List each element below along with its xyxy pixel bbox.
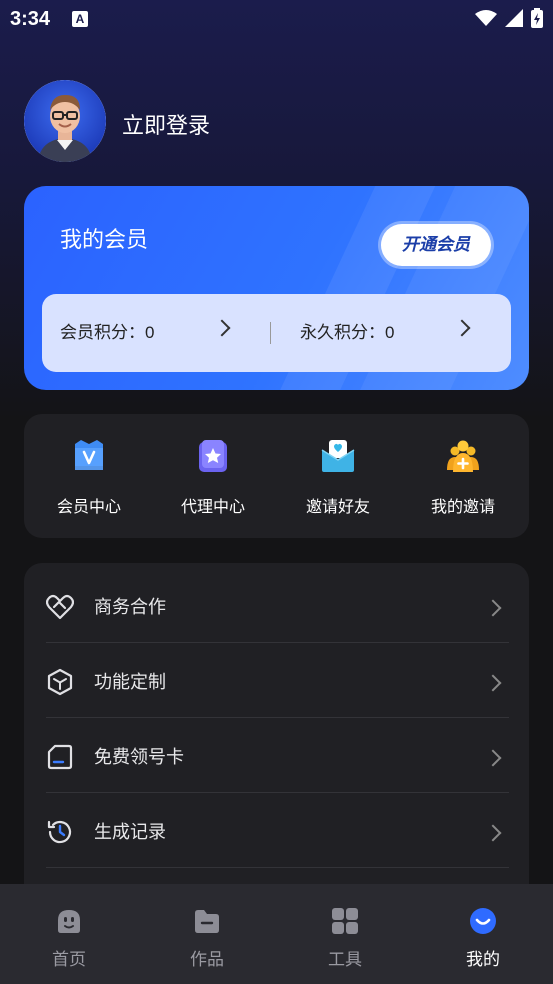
- quick-item-invite-friends[interactable]: 邀请好友: [283, 438, 393, 517]
- status-bar: 3:34 A: [0, 0, 553, 38]
- vip-shield-icon: [75, 440, 103, 470]
- nav-mine[interactable]: 我的: [443, 906, 523, 970]
- divider: [46, 642, 509, 643]
- divider: [46, 867, 509, 868]
- quick-item-member-center[interactable]: 会员中心: [34, 438, 144, 517]
- nav-works[interactable]: 作品: [167, 906, 247, 970]
- member-card-title: 我的会员: [60, 227, 149, 252]
- grid-icon: [332, 908, 358, 934]
- notification-icon: A: [72, 11, 88, 27]
- nav-label: 作品: [190, 950, 224, 969]
- nav-tools[interactable]: 工具: [305, 906, 385, 970]
- list-item-business-cooperation[interactable]: 商务合作: [46, 569, 509, 643]
- list-item-label: 功能定制: [94, 672, 166, 692]
- battery-icon: [531, 8, 543, 28]
- member-points[interactable]: 会员积分：0: [60, 294, 154, 372]
- divider: [46, 717, 509, 718]
- wifi-icon: [475, 10, 497, 26]
- profile-face-icon: [470, 908, 496, 934]
- permanent-points[interactable]: 永久积分：0: [300, 294, 394, 372]
- profile-header[interactable]: 立即登录: [24, 80, 424, 162]
- list-item-label: 生成记录: [94, 822, 166, 842]
- chevron-right-icon: [484, 824, 502, 842]
- status-time: 3:34: [10, 8, 51, 30]
- nav-home[interactable]: 首页: [29, 906, 109, 970]
- history-icon: [47, 820, 72, 844]
- chevron-right-icon[interactable]: [453, 319, 471, 337]
- chevron-right-icon: [484, 599, 502, 617]
- sim-card-icon: [47, 744, 73, 770]
- divider: [46, 792, 509, 793]
- list-item-free-sim-card[interactable]: 免费领号卡: [46, 719, 509, 793]
- nav-label: 工具: [328, 950, 362, 969]
- login-link[interactable]: 立即登录: [122, 108, 210, 140]
- folder-icon: [195, 910, 219, 933]
- list-item-label: 免费领号卡: [94, 747, 184, 767]
- home-icon: [58, 910, 80, 933]
- signal-icon: [505, 9, 523, 27]
- chevron-right-icon: [484, 674, 502, 692]
- open-membership-button[interactable]: 开通会员: [381, 224, 491, 266]
- quick-item-agent-center[interactable]: 代理中心: [158, 438, 268, 517]
- quick-item-my-invites[interactable]: 我的邀请: [408, 438, 518, 517]
- cube-icon: [47, 668, 73, 696]
- settings-list: 商务合作 功能定制 免费领号卡 生成记录: [24, 563, 529, 903]
- quick-menu: 会员中心 代理中心 邀请好友 我的邀请: [24, 414, 529, 538]
- status-icons: [475, 8, 543, 28]
- nav-label: 我的: [466, 950, 500, 969]
- invite-envelope-icon: [321, 440, 355, 472]
- points-panel: 会员积分：0 永久积分：0: [42, 294, 511, 372]
- quick-item-label: 邀请好友: [305, 499, 370, 516]
- list-item-generation-history[interactable]: 生成记录: [46, 794, 509, 868]
- people-add-icon: [447, 440, 479, 472]
- nav-label: 首页: [52, 950, 86, 969]
- quick-item-label: 会员中心: [56, 499, 121, 516]
- bottom-nav: 首页 作品 工具 我的: [0, 884, 553, 984]
- star-square-icon: [199, 440, 227, 472]
- quick-item-label: 我的邀请: [430, 499, 495, 516]
- list-item-label: 商务合作: [94, 597, 166, 617]
- member-card: 我的会员 开通会员 会员积分：0 永久积分：0: [24, 186, 529, 390]
- points-divider: [270, 322, 271, 344]
- avatar[interactable]: [24, 80, 106, 162]
- chevron-right-icon: [484, 749, 502, 767]
- chevron-right-icon[interactable]: [213, 319, 231, 337]
- list-item-feature-customization[interactable]: 功能定制: [46, 644, 509, 718]
- handshake-heart-icon: [46, 594, 74, 620]
- quick-item-label: 代理中心: [180, 499, 245, 516]
